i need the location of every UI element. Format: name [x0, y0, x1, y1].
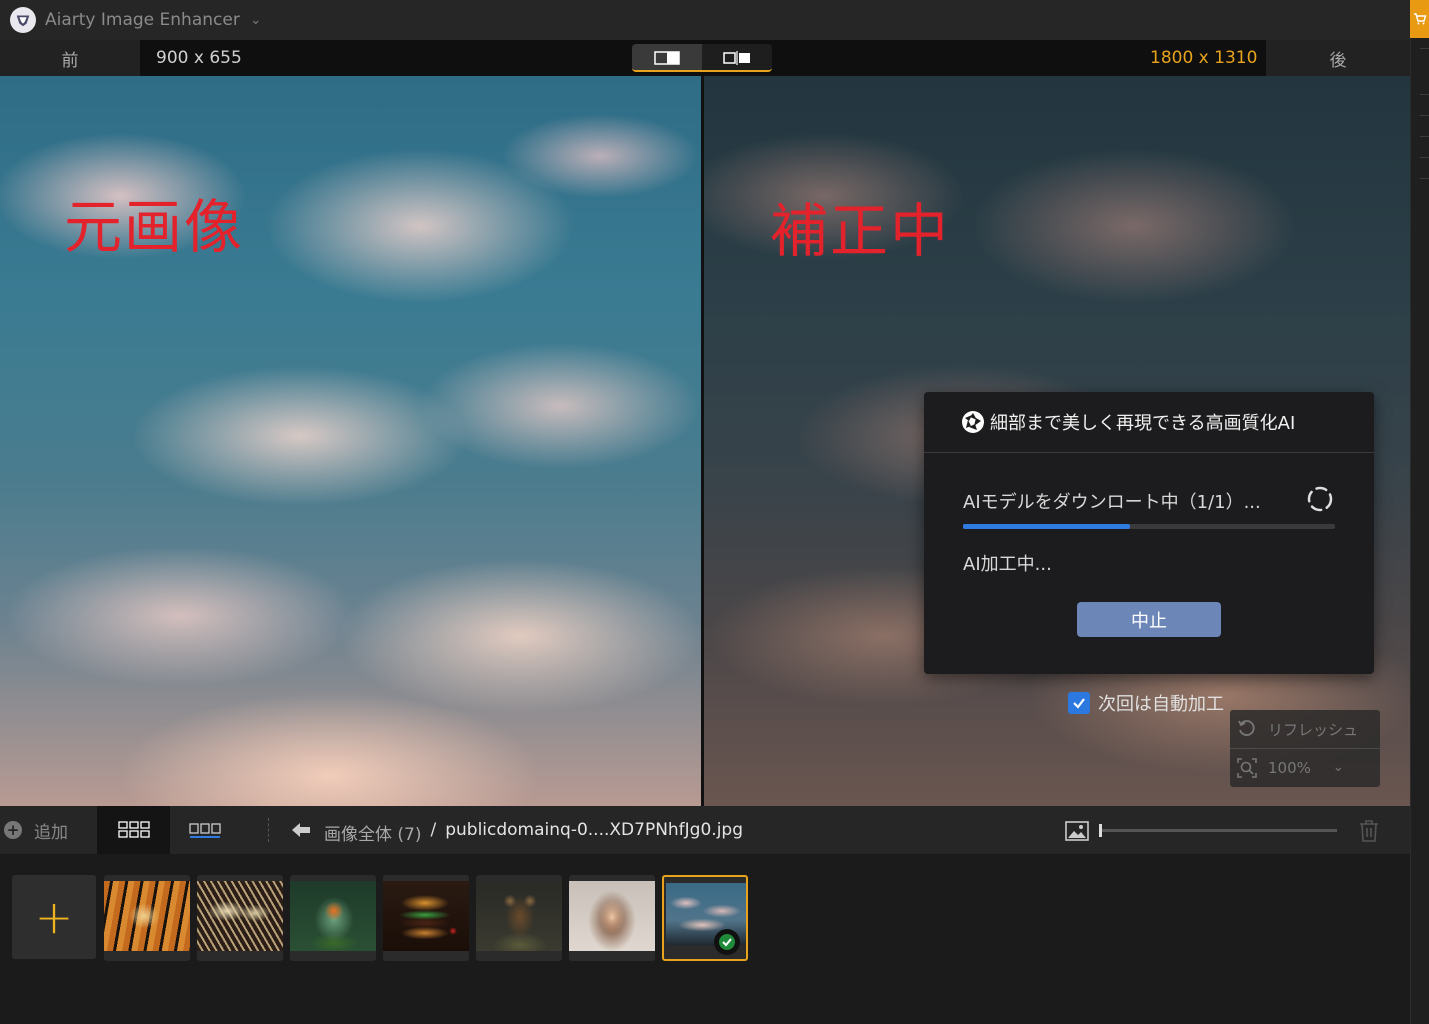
breadcrumb-separator: /: [430, 820, 437, 840]
right-edge-strip: [1410, 0, 1429, 1024]
thumbnail-sky[interactable]: [662, 875, 748, 961]
strip-divider: [1420, 157, 1429, 158]
thumbnail-terrarium[interactable]: [290, 875, 376, 961]
bottom-toolbar: + 追加 画像全体 (7) / publicdomainq-0....XD7PN…: [0, 806, 1410, 854]
tiger-image: [104, 881, 190, 951]
refresh-button[interactable]: リフレッシュ: [1230, 710, 1380, 748]
breadcrumb: 画像全体 (7) / publicdomainq-0....XD7PNhfJg0…: [324, 820, 743, 845]
done-check-icon: [714, 929, 740, 955]
title-bar: Aiarty Image Enhancer ⌄: [0, 0, 1410, 40]
stop-button[interactable]: 中止: [1077, 602, 1221, 637]
side-by-side-view-button[interactable]: [702, 44, 772, 70]
dialog-title: 細部まで美しく再現できる高画質化AI: [990, 413, 1296, 434]
strip-divider: [1420, 115, 1429, 116]
add-image-tile[interactable]: +: [12, 875, 96, 959]
add-button[interactable]: + 追加: [0, 806, 97, 854]
auto-process-option[interactable]: 次回は自動加工: [1068, 690, 1224, 716]
split-view-icon: [654, 51, 680, 65]
breadcrumb-root[interactable]: 画像全体 (7): [324, 820, 421, 845]
refresh-label: リフレッシュ: [1268, 720, 1359, 739]
image-size-icon: [1065, 821, 1089, 841]
grid-view-button[interactable]: [97, 806, 170, 854]
compare-header: 前 900 x 655 1800 x 1310 後: [0, 40, 1410, 76]
back-arrow-icon[interactable]: [290, 820, 312, 840]
download-status: AIモデルをダウンロート中（1/1）...: [963, 492, 1261, 513]
before-tab[interactable]: 前: [0, 40, 140, 76]
portrait-image: [569, 881, 655, 951]
original-image-pane[interactable]: 元画像: [0, 76, 701, 806]
dialog-header: 細部まで美しく再現できる高画質化AI: [924, 392, 1374, 453]
thumbnail-size-slider[interactable]: [1099, 824, 1337, 837]
strip-divider: [1420, 48, 1429, 49]
checkmark-icon: [1073, 698, 1085, 709]
original-image-label: 元画像: [64, 193, 245, 261]
thumbnail-butterfly[interactable]: [197, 875, 283, 961]
thumbnail-burger[interactable]: [383, 875, 469, 961]
zoom-icon: [1237, 757, 1257, 778]
thumbnail-tiger[interactable]: [104, 875, 190, 961]
app-title: Aiarty Image Enhancer: [45, 10, 240, 30]
cart-icon[interactable]: [1410, 0, 1429, 38]
strip-divider: [1420, 94, 1429, 95]
after-tab[interactable]: 後: [1266, 40, 1410, 76]
grid-view-icon: [117, 821, 150, 838]
plus-icon: +: [34, 890, 74, 944]
zoom-value: 100%: [1268, 758, 1311, 777]
add-label: 追加: [34, 822, 68, 843]
refresh-icon: [1238, 720, 1255, 736]
thumbnail-steampunk-dog[interactable]: [476, 875, 562, 961]
terrarium-image: [290, 881, 376, 951]
auto-process-label: 次回は自動加工: [1098, 694, 1224, 715]
split-view-button[interactable]: [632, 44, 702, 70]
strip-divider: [1420, 136, 1429, 137]
zoom-select[interactable]: 100% ⌄: [1230, 748, 1380, 786]
aperture-icon: [962, 411, 984, 433]
plus-icon: +: [4, 821, 22, 839]
processing-dialog: 細部まで美しく再現できる高画質化AI AIモデルをダウンロート中（1/1）...…: [924, 392, 1374, 674]
chevron-down-icon: ⌄: [1332, 760, 1344, 775]
chevron-down-icon[interactable]: ⌄: [250, 12, 262, 28]
thumbnail-portrait[interactable]: [569, 875, 655, 961]
butterfly-image: [197, 881, 283, 951]
loading-spinner-icon: [1307, 486, 1333, 512]
view-mode-toggle: [632, 44, 772, 72]
burger-image: [383, 881, 469, 951]
app-logo-icon: [10, 7, 36, 33]
thumbnail-strip: +: [0, 854, 1410, 1024]
side-by-side-icon: [723, 51, 750, 65]
ai-status: AI加工中...: [963, 554, 1052, 575]
zoom-panel: リフレッシュ 100% ⌄: [1230, 710, 1380, 787]
steampunk-dog-image: [476, 881, 562, 951]
processing-label: 補正中: [770, 197, 951, 265]
download-progress-bar: [963, 524, 1335, 529]
breadcrumb-file: publicdomainq-0....XD7PNhfJg0.jpg: [445, 820, 744, 840]
auto-process-checkbox[interactable]: [1068, 692, 1090, 714]
download-progress-fill: [963, 524, 1131, 529]
strip-divider: [1420, 178, 1429, 179]
slider-thumb[interactable]: [1099, 824, 1102, 837]
before-size: 900 x 655: [156, 48, 242, 68]
trash-icon[interactable]: [1358, 819, 1380, 843]
filmstrip-view-icon: [189, 823, 221, 838]
toolbar-separator: [268, 818, 269, 842]
filmstrip-view-button[interactable]: [170, 806, 240, 854]
after-size: 1800 x 1310: [1150, 48, 1258, 68]
